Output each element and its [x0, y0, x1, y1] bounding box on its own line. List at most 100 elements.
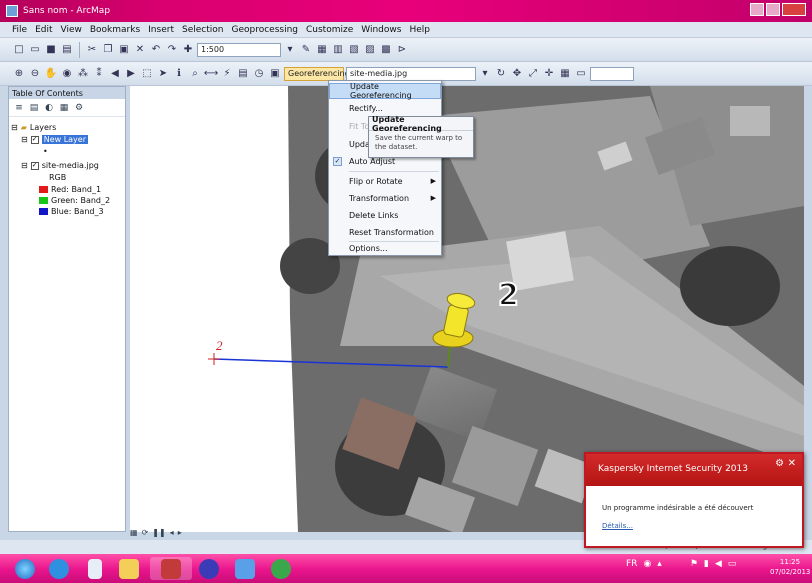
back-arrow-icon[interactable]: ◀: [108, 67, 122, 81]
link-table-icon[interactable]: ▦: [558, 67, 572, 81]
layer-name[interactable]: site-media.jpg: [42, 161, 99, 170]
close-window-button[interactable]: [782, 3, 806, 16]
python-window-icon[interactable]: ▩: [379, 43, 393, 57]
menu-customize[interactable]: Customize: [306, 25, 353, 35]
collapse-icon[interactable]: ⊟: [21, 161, 28, 170]
georef-layer-combo[interactable]: site-media.jpg: [346, 66, 476, 81]
shift-icon[interactable]: ✥: [510, 67, 524, 81]
chevron-down-icon[interactable]: ▾: [478, 67, 492, 81]
maximize-button[interactable]: [766, 3, 780, 16]
measure-icon[interactable]: ⟷: [204, 67, 218, 81]
collapse-icon[interactable]: ⊟: [11, 123, 18, 132]
toc-options-icon[interactable]: ⚙: [73, 102, 85, 114]
list-by-visibility-icon[interactable]: ◐: [43, 102, 55, 114]
taskbar-clock[interactable]: 11:25 07/02/2013: [770, 557, 810, 577]
select-elements-pointer-icon[interactable]: ➤: [156, 67, 170, 81]
taskbar-app-media[interactable]: [196, 557, 222, 580]
taskbar-app-network[interactable]: [230, 557, 260, 580]
undo-icon[interactable]: ↶: [149, 43, 163, 57]
close-icon[interactable]: ⚙ ✕: [775, 458, 796, 469]
forward-arrow-icon[interactable]: ▶: [124, 67, 138, 81]
toc-layers-group[interactable]: ⊟ ▰ Layers: [11, 123, 56, 132]
full-extent-icon[interactable]: ◉: [60, 67, 74, 81]
modelbuilder-icon[interactable]: ⊳: [395, 43, 409, 57]
data-view-icon[interactable]: ▦: [130, 528, 138, 537]
catalog-icon[interactable]: ▥: [331, 43, 345, 57]
zoom-in-icon[interactable]: ⊕: [12, 67, 26, 81]
map-scale-combo[interactable]: 1:500: [197, 42, 281, 57]
fixed-zoom-in-icon[interactable]: ⁂: [76, 67, 90, 81]
open-folder-icon[interactable]: ▭: [28, 43, 42, 57]
menu-item-delete-links[interactable]: Delete Links: [329, 207, 441, 223]
menu-geoprocessing[interactable]: Geoprocessing: [231, 25, 298, 35]
cut-icon[interactable]: ✂: [85, 43, 99, 57]
layer-visibility-checkbox[interactable]: ✓: [30, 161, 39, 170]
zoom-out-icon[interactable]: ⊖: [28, 67, 42, 81]
add-data-icon[interactable]: ✚: [181, 43, 195, 57]
pan-hand-icon[interactable]: ✋: [44, 67, 58, 81]
new-document-icon[interactable]: □: [12, 43, 26, 57]
menu-windows[interactable]: Windows: [361, 25, 401, 35]
list-by-selection-icon[interactable]: ▦: [58, 102, 70, 114]
scroll-left-icon[interactable]: ◂: [170, 528, 174, 537]
refresh-icon[interactable]: ⟳: [142, 528, 149, 537]
layer-visibility-checkbox[interactable]: ✓: [30, 135, 39, 144]
save-icon[interactable]: ■: [44, 43, 58, 57]
scroll-right-icon[interactable]: ▸: [178, 528, 182, 537]
flag-icon[interactable]: ⚑: [690, 559, 698, 569]
chevron-down-icon[interactable]: ▾: [283, 43, 297, 57]
battery-icon[interactable]: ▭: [728, 559, 737, 569]
taskbar-app-explorer[interactable]: [116, 557, 142, 580]
toc-layer-new[interactable]: ⊟ ✓ New Layer: [21, 135, 88, 144]
arctoolbox-icon[interactable]: ▨: [363, 43, 377, 57]
menu-bookmarks[interactable]: Bookmarks: [90, 25, 140, 35]
list-by-source-icon[interactable]: ▤: [28, 102, 40, 114]
menu-item-update-georeferencing[interactable]: Update Georeferencing: [329, 82, 441, 100]
list-by-drawing-order-icon[interactable]: ≡: [13, 102, 25, 114]
menu-selection[interactable]: Selection: [182, 25, 223, 35]
create-viewer-icon[interactable]: ▣: [268, 67, 282, 81]
copy-icon[interactable]: ❐: [101, 43, 115, 57]
kaspersky-tray-icon[interactable]: ◉: [643, 559, 651, 569]
network-tray-icon[interactable]: ▮: [704, 559, 709, 569]
find-icon[interactable]: ⌕: [188, 67, 202, 81]
paste-icon[interactable]: ▣: [117, 43, 131, 57]
scale-icon[interactable]: ⤢: [526, 67, 540, 81]
menu-view[interactable]: View: [61, 25, 82, 35]
taskbar-app-ie[interactable]: [46, 557, 72, 580]
menu-file[interactable]: File: [12, 25, 27, 35]
collapse-icon[interactable]: ⊟: [21, 135, 28, 144]
rotate-icon[interactable]: ↻: [494, 67, 508, 81]
editor-toolbar-icon[interactable]: ✎: [299, 43, 313, 57]
details-link[interactable]: Détails...: [602, 522, 633, 530]
menu-item-flip-or-rotate[interactable]: Flip or Rotate ▶: [329, 173, 441, 189]
delete-icon[interactable]: ✕: [133, 43, 147, 57]
table-of-contents-icon[interactable]: ▦: [315, 43, 329, 57]
taskbar-app-browser[interactable]: [266, 557, 296, 580]
print-icon[interactable]: ▤: [60, 43, 74, 57]
menu-item-transformation[interactable]: Transformation ▶: [329, 190, 441, 206]
volume-icon[interactable]: ◀: [715, 559, 722, 569]
viewer-icon[interactable]: ▭: [574, 67, 588, 81]
redo-icon[interactable]: ↷: [165, 43, 179, 57]
transparency-combo[interactable]: [590, 66, 634, 81]
time-slider-icon[interactable]: ◷: [252, 67, 266, 81]
menu-edit[interactable]: Edit: [35, 25, 52, 35]
identify-icon[interactable]: ℹ: [172, 67, 186, 81]
language-icon[interactable]: FR: [626, 559, 637, 569]
menu-insert[interactable]: Insert: [148, 25, 174, 35]
layer-name[interactable]: New Layer: [41, 135, 88, 144]
select-features-icon[interactable]: ⬚: [140, 67, 154, 81]
georeferencing-menu-button[interactable]: Georeferencing: [284, 66, 350, 81]
menu-help[interactable]: Help: [409, 25, 430, 35]
show-hidden-icons[interactable]: ▴: [657, 559, 662, 569]
taskbar-app-arcmap[interactable]: [150, 557, 192, 580]
taskbar-app-docs[interactable]: [82, 557, 108, 580]
toc-layer-raster[interactable]: ⊟ ✓ site-media.jpg: [21, 161, 99, 170]
search-window-icon[interactable]: ▧: [347, 43, 361, 57]
add-control-points-icon[interactable]: ✛: [542, 67, 556, 81]
start-button[interactable]: [10, 557, 40, 580]
menu-item-options[interactable]: Options...: [329, 240, 441, 256]
pause-drawing-icon[interactable]: ❚❚: [152, 528, 165, 537]
minimize-button[interactable]: [750, 3, 764, 16]
